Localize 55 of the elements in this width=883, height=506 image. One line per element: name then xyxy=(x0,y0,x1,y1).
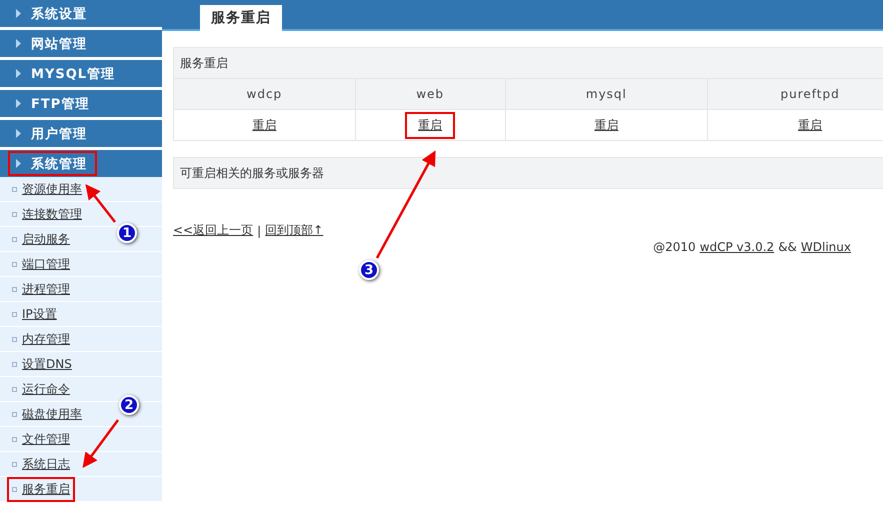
copyright-text: @2010 xyxy=(653,240,696,254)
triangle-icon xyxy=(16,9,21,18)
menu-link[interactable]: IP设置 xyxy=(7,302,62,326)
restart-link[interactable]: 重启 xyxy=(405,112,456,138)
sidebar-section[interactable]: 系统设置 xyxy=(8,1,97,26)
separator-text: | xyxy=(257,224,262,238)
product-link[interactable]: wdCP v3.0.2 xyxy=(700,240,774,254)
bullet-icon xyxy=(12,312,17,316)
bullet-icon xyxy=(12,212,17,216)
menu-link[interactable]: 进程管理 xyxy=(7,276,75,302)
bullet-icon xyxy=(12,462,17,466)
triangle-icon xyxy=(16,69,21,78)
triangle-icon xyxy=(16,99,21,108)
restart-link[interactable]: 重启 xyxy=(785,112,836,138)
bullet-icon xyxy=(12,412,17,416)
menu-link[interactable]: 运行命令 xyxy=(7,376,75,402)
bullet-icon xyxy=(12,186,17,192)
vendor-link[interactable]: WDlinux xyxy=(800,240,851,254)
back-link[interactable]: <<返回上一页 xyxy=(173,222,254,239)
joiner-text: && xyxy=(778,240,797,254)
restart-link[interactable]: 重启 xyxy=(239,112,290,138)
menu-link[interactable]: 内存管理 xyxy=(7,326,75,352)
menu-link[interactable]: 服务重启 xyxy=(7,476,75,502)
menu-link[interactable]: 资源使用率 xyxy=(7,176,87,202)
menu-link[interactable]: 启动服务 xyxy=(7,226,75,252)
triangle-icon xyxy=(16,39,21,48)
bullet-icon xyxy=(12,386,17,392)
panel-title: 服务重启 xyxy=(174,48,883,78)
sidebar-section[interactable]: FTP管理 xyxy=(8,91,100,116)
sidebar-section[interactable]: MYSQL管理 xyxy=(8,61,126,86)
menu-link[interactable]: 文件管理 xyxy=(7,426,75,452)
menu-link[interactable]: 磁盘使用率 xyxy=(7,402,87,426)
arrow xyxy=(85,184,116,223)
bullet-icon xyxy=(12,236,17,242)
menu-link[interactable]: 系统日志 xyxy=(7,452,75,476)
bullet-icon xyxy=(12,262,17,266)
menu-link[interactable]: 端口管理 xyxy=(7,252,75,276)
bullet-icon xyxy=(12,486,17,492)
triangle-icon xyxy=(16,129,21,138)
bullet-icon xyxy=(12,436,17,442)
sidebar-section[interactable]: 用户管理 xyxy=(8,121,97,146)
bullet-icon xyxy=(12,336,17,342)
bullet-icon xyxy=(12,286,17,292)
sidebar-section[interactable]: 系统管理 xyxy=(8,151,97,176)
menu-link[interactable]: 连接数管理 xyxy=(7,202,87,226)
tab[interactable]: 服务重启 xyxy=(200,5,282,31)
note-text: 可重启相关的服务或服务器 xyxy=(173,157,883,189)
number-badge: 3 xyxy=(359,260,379,280)
bullet-icon xyxy=(12,362,17,366)
sidebar-section[interactable]: 网站管理 xyxy=(8,31,97,56)
arrow xyxy=(82,419,119,468)
menu-link[interactable]: 设置DNS xyxy=(7,352,77,376)
restart-link[interactable]: 重启 xyxy=(581,112,632,138)
top-link[interactable]: 回到顶部↑ xyxy=(265,222,324,239)
triangle-icon xyxy=(16,159,21,168)
